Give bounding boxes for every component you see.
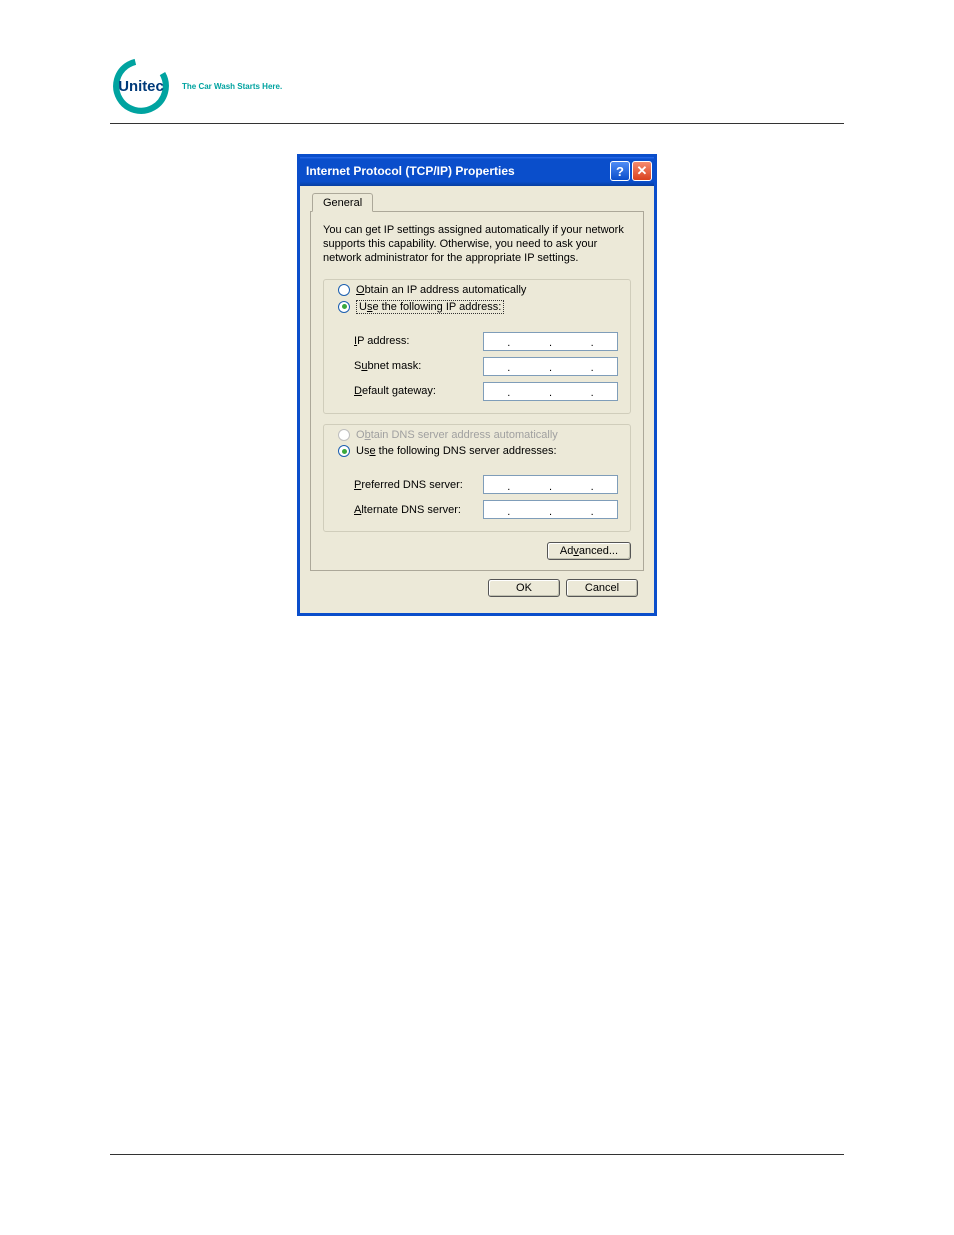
radio-obtain-dns-auto: Obtain DNS server address automatically [338,429,558,441]
ip-address-input[interactable]: ... [483,332,618,351]
close-button[interactable]: ✕ [632,161,652,181]
logo-text: Unitec [118,79,163,95]
cancel-button[interactable]: Cancel [566,579,638,597]
radio-label: Obtain DNS server address automatically [356,429,558,441]
unitec-logo-icon: Unitec [110,55,172,117]
default-gateway-label: Default gateway: [354,385,436,397]
radio-label: Obtain an IP address automatically [356,284,526,296]
radio-use-static-dns[interactable]: Use the following DNS server addresses: [338,445,558,457]
ok-button[interactable]: OK [488,579,560,597]
radio-icon [338,284,350,296]
subnet-mask-label: Subnet mask: [354,360,421,372]
preferred-dns-input[interactable]: ... [483,475,618,494]
radio-icon [338,445,350,457]
tab-general[interactable]: General [312,193,373,212]
dialog-titlebar: Internet Protocol (TCP/IP) Properties ? … [300,157,654,186]
radio-obtain-ip-auto[interactable]: Obtain an IP address automatically [338,284,526,296]
document-footer-rule [110,1154,844,1155]
default-gateway-input[interactable]: ... [483,382,618,401]
radio-icon [338,429,350,441]
document-header: Unitec The Car Wash Starts Here. [110,55,844,124]
ip-address-group: Obtain an IP address automatically Use t… [323,279,631,414]
preferred-dns-label: Preferred DNS server: [354,479,463,491]
alternate-dns-label: Alternate DNS server: [354,504,461,516]
tab-strip: General [310,192,644,212]
dns-server-group: Obtain DNS server address automatically … [323,424,631,533]
tcpip-properties-dialog: Internet Protocol (TCP/IP) Properties ? … [297,154,657,616]
alternate-dns-input[interactable]: ... [483,500,618,519]
radio-label: Use the following IP address: [356,300,504,314]
help-button[interactable]: ? [610,161,630,181]
subnet-mask-input[interactable]: ... [483,357,618,376]
advanced-button[interactable]: Advanced... [547,542,631,560]
close-icon: ✕ [637,163,648,179]
header-tagline: The Car Wash Starts Here. [182,82,282,91]
general-panel: You can get IP settings assigned automat… [310,212,644,571]
radio-label: Use the following DNS server addresses: [356,445,557,457]
radio-use-static-ip[interactable]: Use the following IP address: [338,300,526,314]
radio-icon [338,301,350,313]
ip-address-label: IP address: [354,335,409,347]
settings-description: You can get IP settings assigned automat… [323,224,631,265]
dialog-title: Internet Protocol (TCP/IP) Properties [306,164,515,178]
